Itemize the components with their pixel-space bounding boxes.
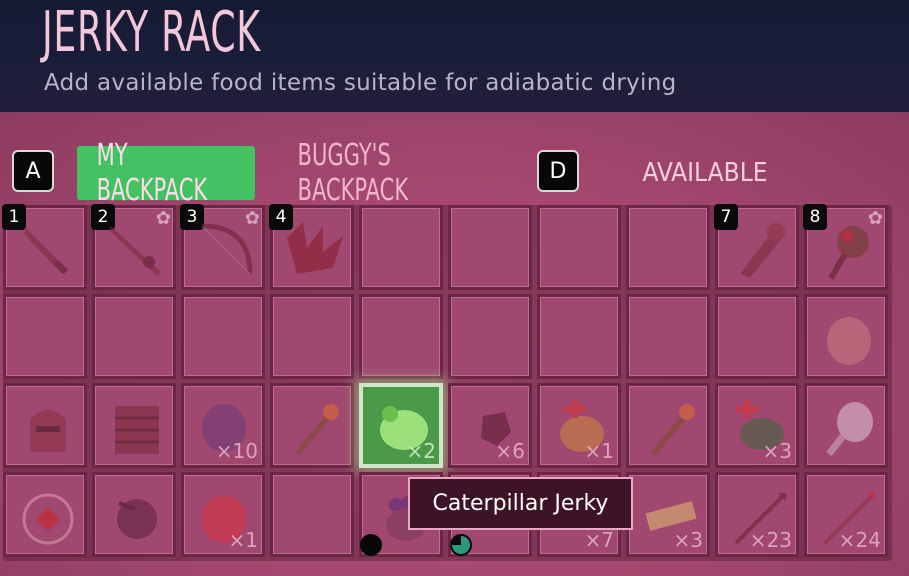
item-quantity: ×6: [495, 439, 525, 463]
inventory-slot[interactable]: [3, 472, 87, 557]
inventory-slot[interactable]: [537, 294, 621, 379]
inventory-slot[interactable]: [359, 294, 443, 379]
inventory-slot[interactable]: [270, 383, 354, 468]
status-dot-icon: [360, 534, 382, 556]
drumstick-icon: [826, 402, 873, 457]
trinket-icon: [22, 493, 74, 545]
item-quantity: ×2: [406, 439, 436, 463]
inventory-slot[interactable]: ×24: [804, 472, 888, 557]
freshness-indicator-icon: [450, 534, 472, 556]
mace-icon: [828, 226, 869, 280]
tab-buggys-backpack-label: BUGGY'S BACKPACK: [297, 138, 409, 208]
inventory-slot[interactable]: ×3: [626, 472, 710, 557]
inventory-slot[interactable]: ×23: [715, 472, 799, 557]
inventory-slot[interactable]: ×1: [537, 383, 621, 468]
inventory-slot[interactable]: [448, 205, 532, 290]
inventory-slot[interactable]: 8 ✿: [803, 204, 888, 290]
header-bar: JERKY RACK Add available food items suit…: [0, 0, 909, 112]
inventory-slot[interactable]: [626, 383, 710, 468]
tab-available[interactable]: AVAILABLE: [620, 146, 790, 200]
tab-buggys-backpack[interactable]: BUGGY'S BACKPACK: [270, 138, 520, 208]
inventory-slot[interactable]: 7: [714, 204, 799, 290]
claw-armor-icon: [287, 222, 343, 274]
inventory-slot[interactable]: [715, 294, 799, 379]
inventory-slot[interactable]: [270, 472, 354, 557]
inventory-slot[interactable]: [626, 294, 710, 379]
inventory-slot[interactable]: [92, 383, 176, 468]
key-hint-d[interactable]: D: [537, 150, 579, 192]
tab-my-backpack-label: MY BACKPACK: [96, 138, 208, 208]
page-title: JERKY RACK: [42, 0, 261, 65]
inventory-slot[interactable]: [537, 205, 621, 290]
inventory-slot[interactable]: ×1: [181, 472, 265, 557]
inventory-slot[interactable]: [181, 294, 265, 379]
torch-icon: [294, 404, 339, 456]
tab-my-backpack[interactable]: MY BACKPACK: [77, 138, 255, 208]
inventory-slot[interactable]: ×6: [448, 383, 532, 468]
inventory-slot[interactable]: 1: [2, 204, 87, 290]
item-quantity: ×24: [838, 528, 881, 552]
berry-icon: [117, 499, 157, 539]
inventory-slot[interactable]: [804, 294, 888, 379]
key-hint-a[interactable]: A: [12, 150, 54, 192]
inventory-slot[interactable]: 2 ✿: [91, 204, 176, 290]
item-quantity: ×23: [749, 528, 792, 552]
inventory-slot[interactable]: [626, 205, 710, 290]
item-quantity: ×1: [584, 439, 614, 463]
bow-icon: [201, 223, 253, 275]
item-quantity: ×3: [762, 439, 792, 463]
torch-icon: [650, 404, 695, 456]
sword-icon: [109, 226, 161, 276]
item-tooltip: Caterpillar Jerky: [408, 477, 633, 530]
inventory-slot[interactable]: [92, 294, 176, 379]
item-quantity: ×3: [673, 528, 703, 552]
inventory-slot[interactable]: ×3: [715, 383, 799, 468]
inventory-slot[interactable]: [448, 294, 532, 379]
helmet-icon: [30, 410, 66, 452]
page-subtitle: Add available food items suitable for ad…: [44, 70, 677, 96]
club-icon: [740, 223, 785, 278]
inventory-slot[interactable]: [92, 472, 176, 557]
item-quantity: ×1: [228, 528, 258, 552]
inventory-slot[interactable]: [270, 294, 354, 379]
dagger-icon: [24, 228, 69, 275]
inventory-slot[interactable]: [3, 294, 87, 379]
inventory-slot[interactable]: ×10: [181, 383, 265, 468]
chest-armor-icon: [115, 406, 159, 454]
inventory-slot-selected[interactable]: ×2: [359, 383, 443, 468]
item-quantity: ×10: [215, 439, 258, 463]
inventory-slot[interactable]: 4: [269, 204, 354, 290]
inventory-slot[interactable]: 3 ✿: [180, 204, 265, 290]
inventory-slot[interactable]: [359, 205, 443, 290]
meat-chunk-icon: [827, 317, 871, 365]
item-quantity: ×7: [584, 528, 614, 552]
inventory-slot[interactable]: [3, 383, 87, 468]
inventory-slot[interactable]: [804, 383, 888, 468]
